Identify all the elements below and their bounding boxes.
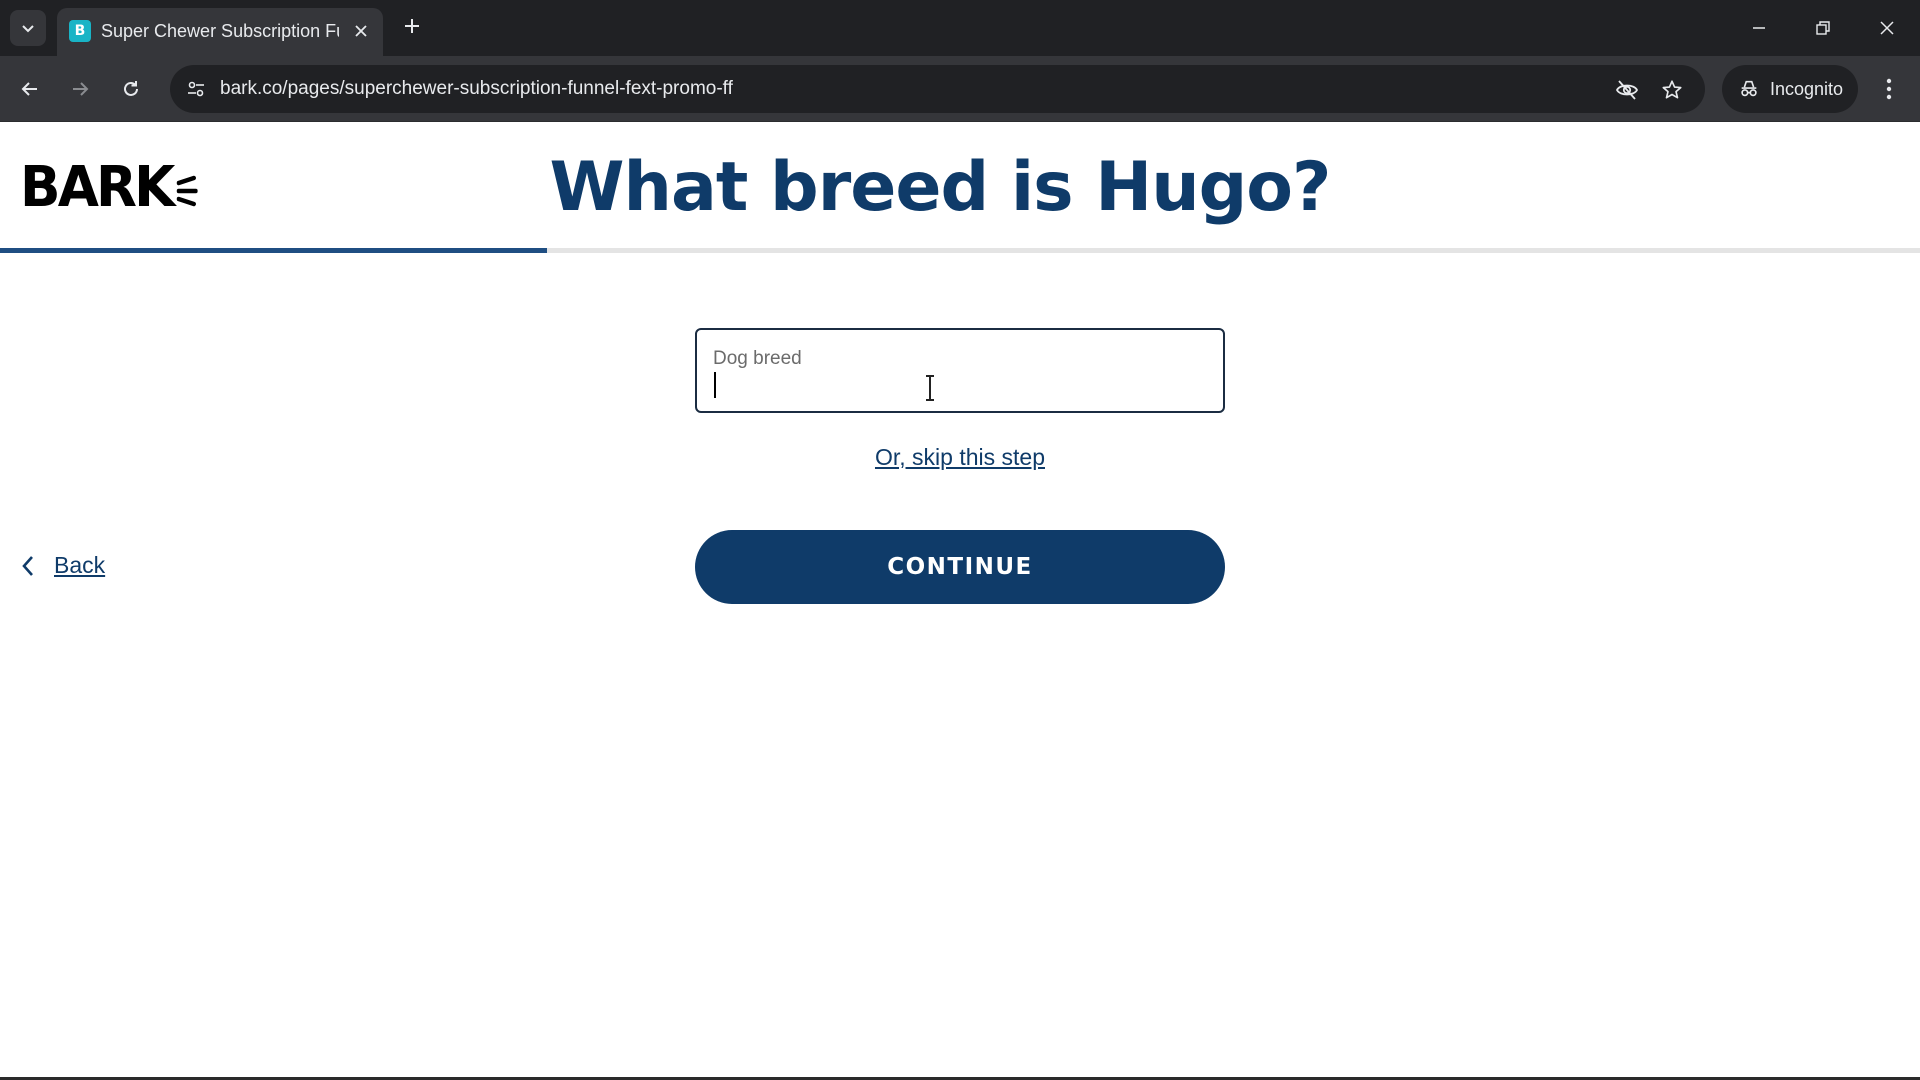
browser-menu-button[interactable] [1870, 70, 1908, 108]
bark-favicon-icon: B [69, 20, 91, 42]
close-window-button[interactable] [1865, 8, 1909, 48]
url-text[interactable]: bark.co/pages/superchewer-subscription-f… [220, 78, 733, 100]
tune-icon [188, 81, 204, 97]
eye-off-icon [1615, 80, 1639, 100]
address-bar[interactable]: bark.co/pages/superchewer-subscription-f… [170, 65, 1705, 113]
minimize-window-button[interactable] [1737, 8, 1781, 48]
arrow-right-icon [73, 82, 89, 96]
back-button[interactable]: Back [20, 552, 105, 579]
dog-breed-label: Dog breed [713, 348, 802, 369]
chevron-left-icon [22, 555, 33, 576]
chevron-down-icon [22, 25, 34, 33]
reload-button[interactable] [112, 70, 150, 108]
bookmark-star-button[interactable] [1657, 75, 1687, 105]
browser-toolbar: bark.co/pages/superchewer-subscription-f… [0, 56, 1920, 122]
restore-icon [1816, 21, 1830, 35]
more-vertical-icon [1886, 78, 1892, 100]
close-icon [1880, 21, 1894, 35]
forward-nav-button[interactable] [61, 70, 99, 108]
arrow-left-icon [21, 82, 37, 96]
star-icon [1662, 80, 1682, 99]
text-caret [714, 372, 716, 398]
skip-step-container: Or, skip this step [0, 444, 1920, 471]
skip-step-link[interactable]: Or, skip this step [875, 444, 1045, 470]
incognito-label: Incognito [1770, 78, 1844, 99]
text-cursor-icon [926, 375, 934, 401]
reload-icon [124, 81, 138, 96]
new-tab-button[interactable] [396, 10, 428, 42]
plus-icon [405, 19, 419, 33]
browser-tab-bar: B Super Chewer Subscription Fun [0, 0, 1920, 56]
incognito-icon [1741, 80, 1757, 97]
page-content: BARK What breed is Hugo? Dog breed Or, s… [0, 122, 1920, 1080]
third-party-cookies-blocked-button[interactable] [1612, 75, 1642, 105]
dog-breed-input[interactable] [711, 370, 1211, 400]
continue-button[interactable]: CONTINUE [695, 530, 1225, 604]
dog-breed-field[interactable]: Dog breed [695, 328, 1225, 413]
restore-window-button[interactable] [1801, 8, 1845, 48]
tab-title: Super Chewer Subscription Fun [101, 21, 339, 41]
close-icon [355, 25, 367, 37]
page-title: What breed is Hugo? [549, 148, 1332, 227]
back-label: Back [54, 552, 106, 578]
progress-bar [0, 248, 1920, 253]
browser-tab-active[interactable]: B Super Chewer Subscription Fun [57, 8, 383, 56]
back-nav-button[interactable] [11, 70, 49, 108]
minimize-icon [1753, 27, 1765, 29]
site-info-button[interactable] [182, 75, 210, 103]
tab-close-button[interactable] [349, 19, 373, 43]
tab-search-button[interactable] [10, 10, 46, 46]
incognito-indicator[interactable]: Incognito [1722, 65, 1858, 113]
progress-bar-fill [0, 248, 548, 253]
